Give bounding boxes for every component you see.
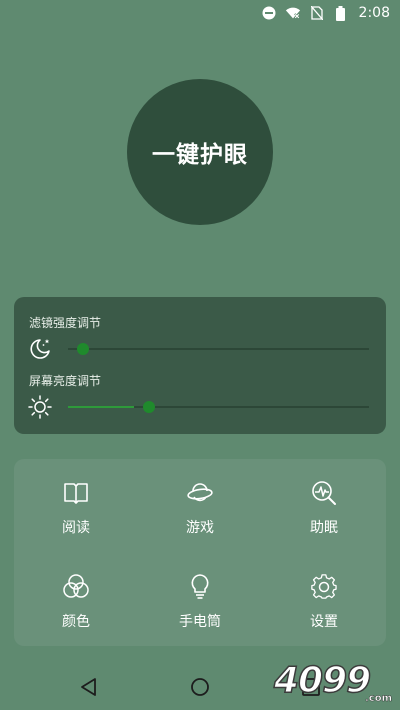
grid-label-settings: 设置 <box>310 614 338 630</box>
grid-item-reading[interactable]: 阅读 <box>14 459 138 549</box>
grid-label-games: 游戏 <box>186 520 214 536</box>
filter-strength-label: 滤镜强度调节 <box>29 316 102 330</box>
grid-label-flashlight: 手电筒 <box>179 614 221 630</box>
grid-item-settings[interactable]: 设置 <box>262 553 386 643</box>
brightness-fill <box>68 406 134 408</box>
sleep-search-icon <box>310 479 338 507</box>
home-icon[interactable] <box>189 676 211 698</box>
status-time: 2:08 <box>358 5 390 21</box>
watermark-sub: .com <box>364 693 393 705</box>
watermark-text: 4099 <box>273 659 372 702</box>
wifi-off-icon <box>285 5 301 21</box>
status-bar: 2:08 <box>0 0 400 26</box>
brightness-slider[interactable] <box>28 394 373 420</box>
do-not-disturb-icon <box>261 5 277 21</box>
eye-protection-button[interactable]: 一键护眼 <box>127 79 273 225</box>
grid-item-color[interactable]: 颜色 <box>14 553 138 643</box>
color-circles-icon <box>62 573 90 601</box>
filter-strength-track[interactable] <box>68 348 369 350</box>
battery-icon <box>333 5 349 21</box>
brightness-thumb[interactable] <box>143 401 155 413</box>
grid-label-color: 颜色 <box>62 614 90 630</box>
eye-protection-label: 一键护眼 <box>152 142 248 168</box>
no-sim-icon <box>309 5 325 21</box>
grid-label-reading: 阅读 <box>62 520 90 536</box>
watermark-logo: 4099 .com <box>273 659 394 705</box>
grid-item-flashlight[interactable]: 手电筒 <box>138 553 262 643</box>
brightness-track[interactable] <box>68 406 369 408</box>
filter-strength-thumb[interactable] <box>77 343 89 355</box>
filter-strength-slider[interactable] <box>28 336 373 362</box>
moon-stars-icon <box>28 336 54 362</box>
grid-label-sleep: 助眠 <box>310 520 338 536</box>
adjustment-panel: 滤镜强度调节 屏幕亮度调节 <box>14 297 386 434</box>
gear-icon <box>310 573 338 601</box>
book-icon <box>62 479 90 507</box>
sun-icon <box>28 394 54 420</box>
grid-item-games[interactable]: 游戏 <box>138 459 262 549</box>
grid-item-sleep[interactable]: 助眠 <box>262 459 386 549</box>
bulb-icon <box>186 573 214 601</box>
planet-icon <box>186 479 214 507</box>
brightness-label: 屏幕亮度调节 <box>29 374 102 388</box>
feature-grid: 阅读 游戏 助眠 颜色 手电筒 设置 <box>14 459 386 646</box>
back-icon[interactable] <box>78 676 100 698</box>
